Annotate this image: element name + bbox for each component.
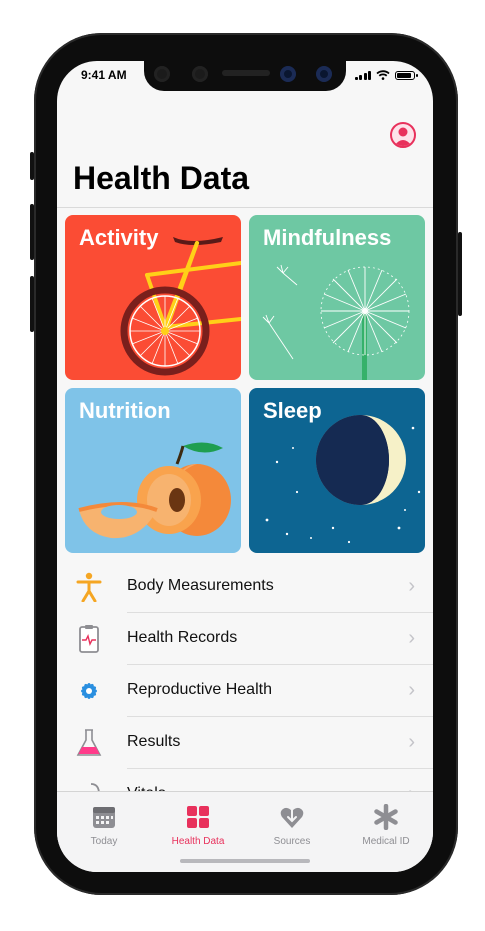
tile-sleep[interactable]: Sleep xyxy=(249,388,425,553)
list-item-results[interactable]: Results › xyxy=(57,717,433,769)
tile-label: Nutrition xyxy=(79,398,171,423)
app-screen: 9:41 AM Health Data Activity Mindfulness… xyxy=(57,61,433,872)
calendar-icon xyxy=(93,807,115,828)
power-button xyxy=(458,232,462,316)
volume-up-button xyxy=(30,204,34,260)
asterisk-icon xyxy=(374,804,398,830)
home-indicator[interactable] xyxy=(180,859,310,863)
heart-arrow-icon xyxy=(280,807,304,828)
profile-button[interactable] xyxy=(390,122,416,148)
tab-health-data[interactable]: Health Data xyxy=(151,804,245,847)
tile-activity[interactable]: Activity xyxy=(65,215,241,380)
flask-icon xyxy=(76,729,102,756)
list-item-label: Results xyxy=(127,733,181,750)
tab-bar: Today Health Data Sources Medical ID xyxy=(57,791,433,872)
camera-icon xyxy=(316,66,332,82)
status-icons xyxy=(354,70,418,80)
signal-icon xyxy=(354,70,371,80)
tile-label: Mindfulness xyxy=(263,225,392,250)
camera-icon xyxy=(280,66,296,82)
tile-label: Activity xyxy=(79,225,159,250)
mute-switch xyxy=(30,152,34,180)
status-time: 9:41 AM xyxy=(81,68,127,82)
profile-icon xyxy=(394,127,412,146)
speaker-grille xyxy=(222,70,270,76)
list-item-label: Reproductive Health xyxy=(127,681,272,698)
list-item-body-measurements[interactable]: Body Measurements › xyxy=(57,561,433,613)
tile-label: Sleep xyxy=(263,398,322,423)
notch xyxy=(144,61,346,91)
tab-label: Sources xyxy=(273,836,311,847)
sensor-icon xyxy=(192,66,208,82)
tab-medical-id[interactable]: Medical ID xyxy=(339,804,433,847)
list-item-label: Health Records xyxy=(127,629,238,646)
tile-nutrition[interactable]: Nutrition xyxy=(65,388,241,553)
clipboard-icon xyxy=(79,625,99,653)
volume-down-button xyxy=(30,276,34,332)
chevron-right-icon: › xyxy=(408,575,415,597)
sensor-icon xyxy=(154,66,170,82)
tab-label: Health Data xyxy=(171,836,225,847)
tile-mindfulness[interactable]: Mindfulness xyxy=(249,215,425,380)
wifi-icon xyxy=(376,70,390,80)
tab-sources[interactable]: Sources xyxy=(245,804,339,847)
header-divider xyxy=(57,207,433,208)
list-item-reproductive-health[interactable]: Reproductive Health › xyxy=(57,665,433,717)
battery-icon xyxy=(395,70,418,80)
person-icon xyxy=(76,572,102,602)
list-item-health-records[interactable]: Health Records › xyxy=(57,613,433,665)
chevron-right-icon: › xyxy=(408,731,415,753)
chevron-right-icon: › xyxy=(408,679,415,701)
flower-icon xyxy=(81,683,97,699)
tab-label: Medical ID xyxy=(362,836,410,847)
health-categories-list: Body Measurements › Health Records › Rep… xyxy=(57,561,433,821)
tab-today[interactable]: Today xyxy=(57,804,151,847)
page-title: Health Data xyxy=(73,160,250,196)
chevron-right-icon: › xyxy=(408,627,415,649)
list-item-label: Body Measurements xyxy=(127,577,274,594)
grid-icon xyxy=(187,806,209,828)
tab-label: Today xyxy=(90,836,118,847)
